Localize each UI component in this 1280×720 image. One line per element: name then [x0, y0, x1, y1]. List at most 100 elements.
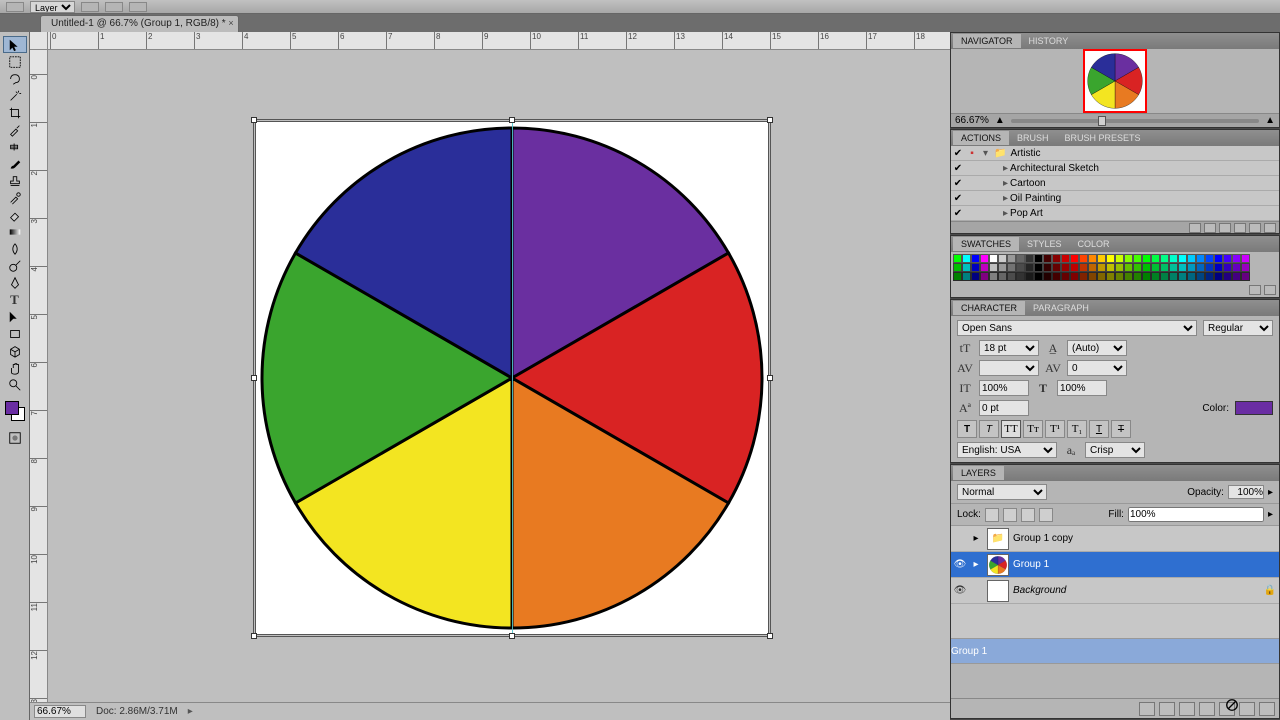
- swatch[interactable]: [1088, 254, 1097, 263]
- eraser-tool[interactable]: [3, 206, 27, 223]
- shape-tool[interactable]: [3, 325, 27, 342]
- swatch[interactable]: [953, 272, 962, 281]
- swatch[interactable]: [1079, 272, 1088, 281]
- opt-align-3[interactable]: [129, 2, 147, 12]
- swatch[interactable]: [1241, 254, 1250, 263]
- type-tool[interactable]: T: [3, 291, 27, 308]
- swatch[interactable]: [962, 272, 971, 281]
- swatch[interactable]: [962, 254, 971, 263]
- history-brush-tool[interactable]: [3, 189, 27, 206]
- swatch[interactable]: [1133, 254, 1142, 263]
- swatch[interactable]: [1097, 272, 1106, 281]
- swatch[interactable]: [1016, 272, 1025, 281]
- layer-style-icon[interactable]: [1159, 702, 1175, 716]
- superscript-button[interactable]: T¹: [1045, 420, 1065, 438]
- swatch[interactable]: [1025, 263, 1034, 272]
- swatch[interactable]: [1205, 254, 1214, 263]
- action-row[interactable]: ✔▸Oil Painting: [951, 191, 1279, 206]
- swatch[interactable]: [1106, 254, 1115, 263]
- zoom-out-icon[interactable]: ▲: [995, 115, 1005, 126]
- antialias-select[interactable]: Crisp: [1085, 442, 1145, 458]
- swatch[interactable]: [1061, 263, 1070, 272]
- swatch[interactable]: [1160, 272, 1169, 281]
- layer-name[interactable]: Background: [1013, 585, 1261, 596]
- swatch[interactable]: [1178, 263, 1187, 272]
- tab-brush[interactable]: BRUSH: [1009, 131, 1057, 145]
- action-row[interactable]: ✔▸Architectural Sketch: [951, 161, 1279, 176]
- swatch[interactable]: [1241, 272, 1250, 281]
- play-icon[interactable]: [1219, 223, 1231, 233]
- swatch[interactable]: [1223, 263, 1232, 272]
- swatch[interactable]: [1133, 272, 1142, 281]
- ruler-vertical[interactable]: -2-1012345678910111213141516: [30, 50, 48, 702]
- crop-tool[interactable]: [3, 104, 27, 121]
- baseline-input[interactable]: [979, 400, 1029, 416]
- allcaps-button[interactable]: TT: [1001, 420, 1021, 438]
- swatch[interactable]: [1052, 263, 1061, 272]
- swatch[interactable]: [1016, 254, 1025, 263]
- swatch[interactable]: [1115, 272, 1124, 281]
- tool-preset-icon[interactable]: [6, 2, 24, 12]
- navigator-thumb[interactable]: [1083, 49, 1147, 113]
- swatch[interactable]: [1088, 272, 1097, 281]
- visibility-icon[interactable]: 👁: [951, 585, 969, 596]
- opt-align-1[interactable]: [81, 2, 99, 12]
- swatch[interactable]: [1124, 254, 1133, 263]
- font-size-select[interactable]: 18 pt: [979, 340, 1039, 356]
- swatch[interactable]: [1214, 263, 1223, 272]
- swatch[interactable]: [989, 254, 998, 263]
- layer-row[interactable]: 👁 ▸ Group 1: [951, 552, 1279, 578]
- adjustment-layer-icon[interactable]: [1199, 702, 1215, 716]
- new-layer-icon[interactable]: [1239, 702, 1255, 716]
- transform-bounds[interactable]: [253, 119, 771, 637]
- swatch[interactable]: [962, 263, 971, 272]
- underline-button[interactable]: T: [1089, 420, 1109, 438]
- swatch[interactable]: [1187, 263, 1196, 272]
- layer-mask-icon[interactable]: [1179, 702, 1195, 716]
- hscale-input[interactable]: [1057, 380, 1107, 396]
- handle-tl[interactable]: [251, 117, 257, 123]
- swatch[interactable]: [980, 263, 989, 272]
- swatch[interactable]: [1169, 254, 1178, 263]
- action-set-row[interactable]: ✔▪▾📁Artistic: [951, 146, 1279, 161]
- blur-tool[interactable]: [3, 240, 27, 257]
- swatch[interactable]: [1151, 272, 1160, 281]
- new-swatch-icon[interactable]: [1249, 285, 1261, 295]
- tab-navigator[interactable]: NAVIGATOR: [953, 34, 1021, 48]
- handle-b[interactable]: [509, 633, 515, 639]
- action-row[interactable]: ✔▸Pop Art: [951, 206, 1279, 221]
- swatch[interactable]: [1223, 272, 1232, 281]
- swatch[interactable]: [971, 254, 980, 263]
- layer-row[interactable]: 👁 Background 🔒: [951, 578, 1279, 604]
- swatch[interactable]: [998, 254, 1007, 263]
- new-action-icon[interactable]: [1249, 223, 1261, 233]
- swatch[interactable]: [1070, 263, 1079, 272]
- swatch[interactable]: [989, 272, 998, 281]
- layer-target-select[interactable]: Layer: [30, 1, 75, 13]
- zoom-tool[interactable]: [3, 376, 27, 393]
- swatch[interactable]: [1061, 272, 1070, 281]
- swatch[interactable]: [1097, 254, 1106, 263]
- stamp-tool[interactable]: [3, 172, 27, 189]
- tab-color[interactable]: COLOR: [1070, 237, 1118, 251]
- fill-input[interactable]: [1128, 507, 1264, 522]
- swatch[interactable]: [1214, 272, 1223, 281]
- swatch[interactable]: [1016, 263, 1025, 272]
- swatch[interactable]: [1196, 254, 1205, 263]
- heal-tool[interactable]: [3, 138, 27, 155]
- tab-styles[interactable]: STYLES: [1019, 237, 1070, 251]
- delete-layer-icon[interactable]: [1259, 702, 1275, 716]
- marquee-tool[interactable]: [3, 53, 27, 70]
- swatch[interactable]: [1043, 263, 1052, 272]
- swatch[interactable]: [1232, 272, 1241, 281]
- swatch[interactable]: [1070, 272, 1079, 281]
- path-tool[interactable]: [3, 308, 27, 325]
- swatch[interactable]: [1025, 254, 1034, 263]
- swatch[interactable]: [953, 254, 962, 263]
- vscale-input[interactable]: [979, 380, 1029, 396]
- swatch[interactable]: [1079, 254, 1088, 263]
- stop-icon[interactable]: [1189, 223, 1201, 233]
- handle-br[interactable]: [767, 633, 773, 639]
- zoom-in-icon[interactable]: ▲: [1265, 115, 1275, 126]
- swatch[interactable]: [1079, 263, 1088, 272]
